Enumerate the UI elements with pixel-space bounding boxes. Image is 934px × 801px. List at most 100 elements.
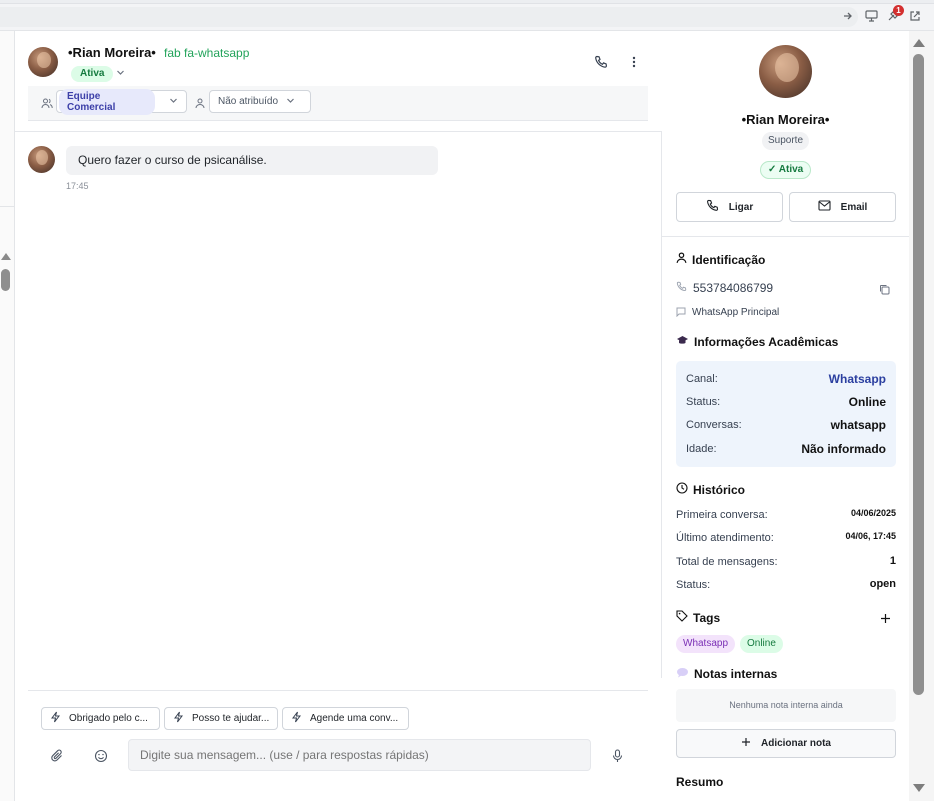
tag-chip[interactable]: Whatsapp <box>676 635 736 653</box>
contact-panel: •Rian Moreira• Suporte ✓ Ativa Ligar Ema… <box>662 31 909 801</box>
bolt-icon <box>291 711 302 726</box>
tab-strip <box>0 0 934 4</box>
tag-chip[interactable]: Online <box>740 635 783 653</box>
copy-icon[interactable] <box>879 282 890 300</box>
phone-icon[interactable] <box>592 53 610 71</box>
field-label: Status: <box>676 579 711 591</box>
notification-badge: 1 <box>893 5 904 16</box>
field-label: Primeira conversa: <box>676 509 768 521</box>
field-label: Total de mensagens: <box>676 556 778 568</box>
section-title: Histórico <box>693 482 746 497</box>
identification-heading: Identificação <box>676 252 765 267</box>
section-title: Tags <box>693 610 721 625</box>
bolt-icon <box>50 711 61 726</box>
quick-reply-label: Posso te ajudar... <box>192 713 270 724</box>
scrollbar-thumb[interactable] <box>913 54 924 695</box>
message-square-icon <box>676 307 686 320</box>
field-value: Não informado <box>801 442 886 456</box>
section-title: Identificação <box>692 252 766 267</box>
status-badge: ✓ Ativa <box>760 161 812 179</box>
summary-heading: Resumo <box>676 775 724 789</box>
chevron-down-icon <box>286 96 295 108</box>
tag-icon <box>676 610 688 625</box>
academic-info-card: Canal: Whatsapp Status: Online Conversas… <box>676 361 896 467</box>
quick-reply-button[interactable]: Posso te ajudar... <box>164 707 278 730</box>
scroll-down-arrow[interactable] <box>913 784 925 792</box>
scroll-up-arrow[interactable] <box>913 39 925 47</box>
monitor-icon[interactable] <box>863 8 879 24</box>
field-value: Online <box>848 395 886 409</box>
field-label: Status: <box>686 396 721 408</box>
field-label: Conversas: <box>686 419 742 431</box>
message-avatar <box>28 146 55 173</box>
divider <box>662 236 909 237</box>
status-badge[interactable]: Ativa <box>71 66 114 82</box>
channel-name: WhatsApp Principal <box>692 307 780 318</box>
notes-empty-state: Nenhuma nota interna ainda <box>676 689 896 722</box>
message-time: 17:45 <box>66 181 89 191</box>
field-label: Canal: <box>686 373 718 385</box>
chevron-down-icon <box>169 96 178 108</box>
arrow-right-icon[interactable] <box>840 8 856 24</box>
phone-icon <box>676 281 687 295</box>
quick-reply-label: Obrigado pelo c... <box>69 713 148 724</box>
tags-heading: Tags <box>676 610 720 625</box>
phone-row: 553784086799 <box>676 281 773 295</box>
assignment-bar: Equipe Comercial Não atribuído <box>28 86 648 121</box>
microphone-icon[interactable] <box>608 747 626 765</box>
phone-icon <box>706 199 719 215</box>
plus-icon <box>741 737 751 750</box>
phone-number: 553784086799 <box>693 281 774 295</box>
notes-heading: Notas internas <box>676 667 777 681</box>
section-title: Informações Acadêmicas <box>694 335 839 349</box>
quick-reply-label: Agende uma conv... <box>310 713 399 724</box>
team-select[interactable]: Equipe Comercial <box>56 88 187 115</box>
message-bubble: Quero fazer o curso de psicanálise. <box>66 146 438 175</box>
field-value: whatsapp <box>830 418 886 432</box>
call-button[interactable]: Ligar <box>676 192 783 222</box>
chat-header: •Rian Moreira• fab fa-whatsapp Ativa Equ… <box>15 31 662 132</box>
address-bar[interactable] <box>0 7 858 27</box>
paperclip-icon[interactable] <box>48 747 66 765</box>
channel-icon-text: fab fa-whatsapp <box>164 46 250 60</box>
avatar[interactable] <box>28 47 58 77</box>
field-value: 1 <box>889 555 896 567</box>
field-value: 04/06, 17:45 <box>845 531 896 541</box>
team-chip: Equipe Comercial <box>59 88 155 115</box>
user-icon <box>676 252 687 267</box>
contact-name: •Rian Moreira• <box>68 45 156 60</box>
add-note-label: Adicionar nota <box>760 738 831 749</box>
browser-toolbar: 1 <box>0 0 934 31</box>
message-input[interactable] <box>128 739 591 771</box>
user-icon <box>195 96 205 114</box>
clock-icon <box>676 482 688 497</box>
contact-name: •Rian Moreira• <box>741 112 830 127</box>
assignee-select[interactable]: Não atribuído <box>209 90 311 113</box>
chevron-down-icon[interactable] <box>116 68 125 80</box>
quick-reply-button[interactable]: Obrigado pelo c... <box>41 707 160 730</box>
assignee-label: Não atribuído <box>218 96 279 107</box>
emoji-icon[interactable] <box>92 747 110 765</box>
academic-heading: Informações Acadêmicas <box>676 335 838 349</box>
call-label: Ligar <box>728 201 754 213</box>
scrollbar-thumb[interactable] <box>1 269 10 291</box>
conversation-list-edge <box>0 31 15 801</box>
more-vertical-icon[interactable] <box>625 53 643 71</box>
page-scrollbar[interactable] <box>909 31 934 801</box>
email-label: Email <box>840 201 868 213</box>
external-link-icon[interactable] <box>907 8 923 24</box>
field-label: Idade: <box>686 443 717 455</box>
channel-row: WhatsApp Principal <box>676 307 779 320</box>
department-badge: Suporte <box>762 132 810 150</box>
scroll-up-arrow[interactable] <box>1 253 11 260</box>
field-value: 04/06/2025 <box>850 508 896 518</box>
graduation-cap-icon <box>676 335 689 349</box>
plus-icon[interactable] <box>880 611 891 629</box>
history-heading: Histórico <box>676 482 745 497</box>
field-value: open <box>869 578 896 590</box>
speech-bubble-icon <box>676 667 689 681</box>
quick-reply-button[interactable]: Agende uma conv... <box>282 707 409 730</box>
add-note-button[interactable]: Adicionar nota <box>676 729 896 758</box>
bolt-icon <box>173 711 184 726</box>
email-button[interactable]: Email <box>789 192 896 222</box>
